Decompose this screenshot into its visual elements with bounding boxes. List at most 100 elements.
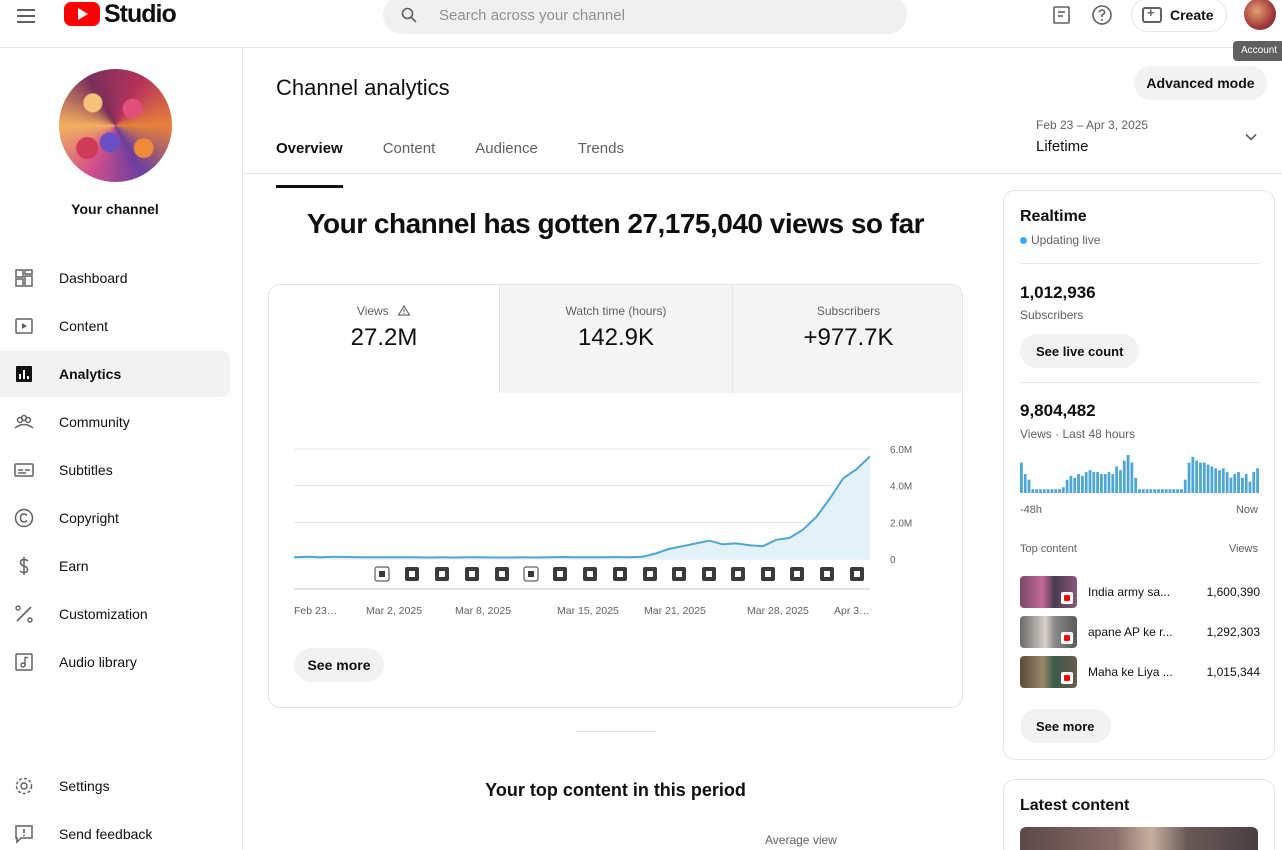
realtime-bar (1042, 489, 1046, 493)
realtime-bar (1077, 474, 1080, 493)
feedback-icon (15, 825, 33, 844)
realtime-bar (1058, 489, 1061, 493)
realtime-see-more-button[interactable]: See more (1020, 709, 1111, 743)
hamburger-menu-icon[interactable] (10, 2, 42, 30)
overview-card: Views 27.2M Watch time (hours) 142.9K Su… (268, 284, 963, 708)
tab-overview[interactable]: Overview (276, 130, 343, 188)
sidebar-item-copyright[interactable]: Copyright (0, 495, 230, 541)
realtime-bar (1218, 470, 1221, 493)
top-content-item[interactable]: Maha ke Liya ... 1,015,344 (1020, 656, 1260, 690)
realtime-title: Realtime (1020, 208, 1087, 225)
shorts-badge-icon (1061, 632, 1073, 644)
realtime-bar (1221, 468, 1225, 493)
realtime-bar (1141, 489, 1145, 493)
top-content-item[interactable]: India army sa... 1,600,390 (1020, 576, 1260, 610)
metric-value: +977.7K (803, 324, 894, 351)
search-input[interactable] (439, 0, 879, 34)
top-content-views-label: Views (1228, 543, 1258, 555)
create-video-icon (1142, 5, 1162, 23)
x-tick-label: Mar 15, 2025 (557, 605, 619, 617)
channel-label[interactable]: Your channel (0, 201, 230, 217)
divider (1020, 382, 1260, 383)
realtime-bar (1214, 468, 1218, 493)
realtime-views-label: Views · Last 48 hours (1020, 427, 1136, 441)
realtime-bar (1244, 474, 1248, 493)
realtime-bar (1084, 472, 1088, 493)
realtime-bar (1210, 466, 1214, 493)
realtime-bar (1126, 455, 1130, 493)
realtime-bar (1023, 474, 1027, 493)
video-title: Maha ke Liya ... (1088, 665, 1173, 679)
realtime-bar (1138, 489, 1141, 493)
metric-tab-watch-time[interactable]: Watch time (hours) 142.9K (499, 285, 732, 393)
top-content-item[interactable]: apane AP ke r... 1,292,303 (1020, 616, 1260, 650)
tab-trends[interactable]: Trends (578, 130, 624, 174)
sidebar-item-dashboard[interactable]: Dashboard (0, 255, 230, 301)
tab-audience[interactable]: Audience (475, 130, 538, 174)
realtime-bar (1256, 468, 1259, 493)
video-thumbnail (1020, 616, 1077, 648)
advanced-mode-button[interactable]: Advanced mode (1134, 66, 1267, 100)
realtime-bar (1160, 489, 1164, 493)
tab-divider (244, 173, 1282, 174)
copyright-icon (14, 508, 34, 528)
top-content-title: Your top content in this period (485, 780, 746, 800)
content-marker-icon (702, 567, 716, 581)
date-range-picker[interactable]: Feb 23 – Apr 3, 2025 Lifetime (1036, 118, 1266, 158)
realtime-bar (1199, 462, 1202, 493)
sidebar-item-audio-library[interactable]: Audio library (0, 639, 230, 685)
sidebar-item-subtitles[interactable]: Subtitles (0, 447, 230, 493)
channel-avatar[interactable] (59, 69, 172, 182)
realtime-bar (1122, 460, 1126, 493)
tab-content[interactable]: Content (383, 130, 436, 174)
account-avatar[interactable] (1244, 0, 1276, 30)
metric-tab-views[interactable]: Views 27.2M (269, 285, 499, 393)
sidebar-item-send-feedback[interactable]: Send feedback (0, 811, 230, 850)
sidebar-item-analytics[interactable]: Analytics (0, 351, 230, 397)
live-dot-icon (1020, 236, 1027, 244)
metric-value: 27.2M (350, 324, 418, 351)
create-label: Create (1170, 7, 1214, 23)
section-divider (576, 731, 656, 732)
youtube-studio-logo[interactable]: Studio (64, 0, 177, 28)
y-tick-label: 4.0M (890, 482, 912, 493)
sidebar-item-label: Audio library (59, 654, 137, 670)
video-views: 1,292,303 (1206, 625, 1260, 639)
content-marker-icon (643, 567, 657, 581)
latest-video-thumbnail[interactable] (1020, 827, 1258, 850)
date-range-period: Lifetime (1036, 138, 1089, 155)
search-icon[interactable] (401, 7, 417, 23)
realtime-bar (1248, 481, 1252, 493)
top-bar: Studio Create (0, 0, 1282, 48)
x-tick-label: Mar 2, 2025 (366, 605, 422, 617)
content-marker-icon (672, 567, 686, 581)
latest-content-title: Latest content (1020, 797, 1130, 814)
create-button[interactable]: Create (1131, 0, 1227, 32)
content-marker-icon (435, 567, 449, 581)
realtime-bar (1039, 489, 1042, 493)
see-live-count-button[interactable]: See live count (1020, 334, 1140, 368)
sidebar-item-settings[interactable]: Settings (0, 763, 230, 809)
customization-icon (15, 605, 33, 623)
realtime-bar (1100, 474, 1103, 493)
sidebar-item-customization[interactable]: Customization (0, 591, 230, 637)
metric-tab-subscribers[interactable]: Subscribers +977.7K (732, 285, 962, 393)
realtime-subscribers-value: 1,012,936 (1020, 283, 1096, 302)
content-marker-icon (553, 567, 567, 581)
realtime-bar (1229, 477, 1233, 493)
content-marker-icon (583, 567, 597, 581)
realtime-views-value: 9,804,482 (1020, 401, 1096, 420)
content-marker-icon (790, 567, 804, 581)
realtime-bar (1088, 470, 1092, 493)
help-icon[interactable] (1091, 4, 1113, 26)
see-more-button[interactable]: See more (294, 648, 384, 682)
sidebar-item-content[interactable]: Content (0, 303, 230, 349)
realtime-bar (1134, 477, 1138, 493)
sidebar-item-community[interactable]: Community (0, 399, 230, 445)
feedback-flag-icon[interactable] (1051, 4, 1073, 26)
sidebar-item-earn[interactable]: Earn (0, 543, 230, 589)
realtime-bar (1237, 472, 1240, 493)
search-bar[interactable] (383, 0, 907, 34)
content-icon (15, 318, 33, 334)
warning-icon (397, 304, 411, 316)
